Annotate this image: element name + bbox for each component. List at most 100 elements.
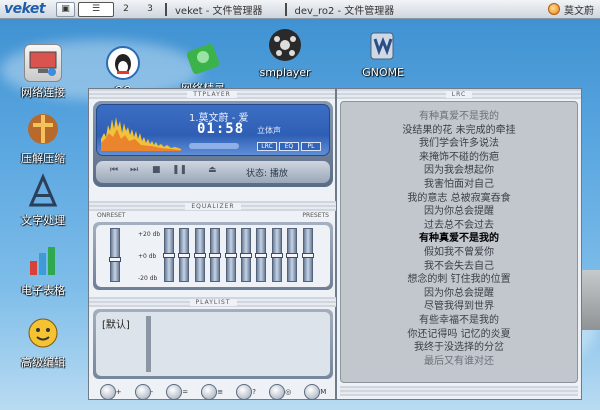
eq-slider-knob[interactable] — [209, 253, 222, 258]
desktop-icon-label: smplayer — [259, 66, 311, 79]
eq-band-slider[interactable] — [240, 228, 252, 282]
desktop-icon-gnome[interactable]: GNOME — [350, 26, 416, 79]
desktop-icon-network[interactable]: 网络连接 — [10, 44, 76, 100]
eq-presets-button[interactable]: PRESETS — [302, 212, 329, 219]
workspace-1[interactable]: ☰ — [78, 1, 114, 17]
desktop-icon-smplayer[interactable]: smplayer — [252, 26, 318, 79]
eq-slider-knob[interactable] — [109, 256, 121, 262]
lrc-toggle-button[interactable]: LRC — [257, 142, 277, 151]
eq-on-toggle[interactable]: ON — [97, 212, 106, 219]
lyric-line: 你还记得吗 记忆的炎夏 — [407, 328, 511, 340]
lyrics-title-bar[interactable]: LRC — [337, 89, 581, 99]
task-file-manager-dev[interactable]: dev_ro2 - 文件管理器 — [291, 2, 399, 17]
eq-slider-knob[interactable] — [178, 253, 191, 258]
lyric-line: 尽管我得到世界 — [424, 301, 494, 313]
eq-band-slider[interactable] — [270, 228, 283, 282]
desktop-icon-label: 网络连接 — [21, 86, 65, 99]
playlist-action-button[interactable]: ≡ — [201, 384, 223, 400]
user-avatar-icon — [548, 3, 560, 15]
workspace-2[interactable]: 2 — [117, 2, 135, 17]
playlist-scrollbar[interactable] — [146, 316, 151, 372]
playlist-default-group[interactable]: [默认] — [102, 320, 130, 331]
player-title-bar[interactable]: TTPLAYER — [89, 89, 335, 99]
eq-slider-knob[interactable] — [286, 253, 299, 258]
volume-balance-bar[interactable] — [189, 143, 239, 149]
text-editor-icon — [24, 172, 62, 210]
taskbar: veket ▣ ☰ 2 3 veket - 文件管理器 dev_ro2 - 文件… — [0, 0, 600, 19]
eq-band-slider[interactable] — [224, 228, 237, 282]
playlist-action-button[interactable]: ? — [236, 384, 256, 400]
user-menu[interactable]: 莫文蔚 — [548, 2, 600, 17]
spreadsheet-icon — [24, 242, 62, 280]
desktop-icon-text[interactable]: 文字处理 — [10, 172, 76, 228]
eq-band-slider[interactable] — [178, 228, 191, 282]
desktop-icon-label: 文字处理 — [21, 214, 65, 227]
eq-band-slider[interactable] — [301, 228, 314, 282]
playlist-action-button[interactable]: + — [99, 384, 122, 400]
eq-band-slider[interactable] — [255, 228, 268, 282]
eq-slider-knob[interactable] — [255, 253, 268, 258]
lyric-line-current: 有种真爱不是我的 — [419, 233, 499, 245]
playlist-title: PLAYLIST — [189, 298, 237, 306]
playlist-list[interactable]: [默认] — [96, 312, 330, 376]
pause-icon[interactable]: ❚❚ — [172, 165, 187, 175]
equalizer-panel: EQUALIZER ON RESET PRESETS +20 db +0 db … — [89, 201, 337, 290]
playlist-action-label: ≡ — [217, 388, 224, 396]
lyric-line: 因为我会想起你 — [424, 165, 494, 177]
eq-scale-top: +20 db — [138, 231, 161, 238]
veket-logo[interactable]: veket — [0, 1, 56, 17]
player-main-panel: 1.莫文蔚 - 爱 01:58 立体声 LRC EQ PL ⏮ ⏭ ■ ❚❚ ⏏… — [93, 101, 333, 187]
playlist-action-label: - — [150, 388, 154, 396]
elapsed-time[interactable]: 01:58 — [197, 121, 244, 137]
playlist-action-label: + — [115, 388, 122, 396]
lyrics-window: LRC 有种真爱不是我的 没结果的花 未完成的牵挂 我们学会许多说法 来掩饰不碰的伤疤… — [336, 88, 582, 400]
workspace-3[interactable]: 3 — [141, 2, 159, 17]
show-desktop-button[interactable]: ▣ — [56, 1, 75, 17]
playlist-action-button[interactable]: = — [166, 384, 188, 400]
lyric-line: 因为你总会提醒 — [424, 287, 494, 299]
round-button-icon — [134, 384, 151, 400]
previous-icon[interactable]: ⏮ — [110, 165, 118, 175]
eq-band-slider[interactable] — [286, 228, 299, 282]
playlist-action-button[interactable]: ◎ — [269, 384, 291, 400]
desktop-icon-label: GNOME — [362, 66, 404, 79]
lyric-line: 我终于没选择的分岔 — [414, 342, 504, 354]
eq-slider-knob[interactable] — [270, 253, 283, 258]
round-button-icon — [236, 384, 253, 400]
eq-slider-knob[interactable] — [224, 253, 237, 258]
eq-slider-knob[interactable] — [163, 253, 175, 258]
eq-band-slider[interactable] — [163, 228, 175, 282]
eq-slider-knob[interactable] — [193, 253, 206, 258]
playlist-action-button[interactable]: - — [134, 384, 154, 400]
desktop-icon-spreadsheet[interactable]: 电子表格 — [10, 242, 76, 298]
eq-toggle-button[interactable]: EQ — [279, 142, 299, 151]
user-name: 莫文蔚 — [564, 5, 594, 17]
lyric-line: 过去总不会过去 — [424, 219, 494, 231]
lyric-line: 因为你总会提醒 — [424, 206, 494, 218]
eq-reset-button[interactable]: RESET — [106, 212, 125, 219]
equalizer-title: EQUALIZER — [185, 202, 241, 210]
archive-icon — [24, 110, 62, 148]
lyric-line: 有些幸福不是我的 — [419, 314, 499, 326]
playlist-action-button[interactable]: M — [304, 384, 326, 400]
lyrics-footer — [340, 386, 578, 396]
eq-slider-knob[interactable] — [240, 253, 252, 258]
eq-band-slider[interactable] — [209, 228, 222, 282]
desktop-icon-archive[interactable]: 压解压缩 — [10, 110, 76, 166]
lyrics-title: LRC — [445, 90, 473, 98]
playlist-toggle-button[interactable]: PL — [301, 142, 321, 151]
desktop-icon-advanced-edit[interactable]: 高级编辑 — [10, 314, 76, 370]
eq-scale-bottom: -20 db — [138, 275, 158, 282]
next-icon[interactable]: ⏭ — [130, 165, 138, 175]
eject-icon[interactable]: ⏏ — [208, 165, 217, 175]
eq-band-slider[interactable] — [193, 228, 206, 282]
desktop-icon-label: 高级编辑 — [21, 356, 65, 369]
lyrics-body[interactable]: 有种真爱不是我的 没结果的花 未完成的牵挂 我们学会许多说法 来掩饰不碰的伤疤 因为我会… — [340, 101, 578, 383]
stereo-indicator: 立体声 — [257, 126, 281, 135]
eq-slider-knob[interactable] — [301, 253, 314, 258]
round-button-icon — [99, 384, 116, 400]
task-file-manager-veket[interactable]: veket - 文件管理器 — [171, 2, 267, 17]
transport-controls: ⏮ ⏭ ■ ❚❚ ⏏ 状态: 播放 — [96, 161, 330, 183]
stop-icon[interactable]: ■ — [152, 165, 161, 175]
eq-preamp-slider[interactable] — [109, 228, 121, 282]
